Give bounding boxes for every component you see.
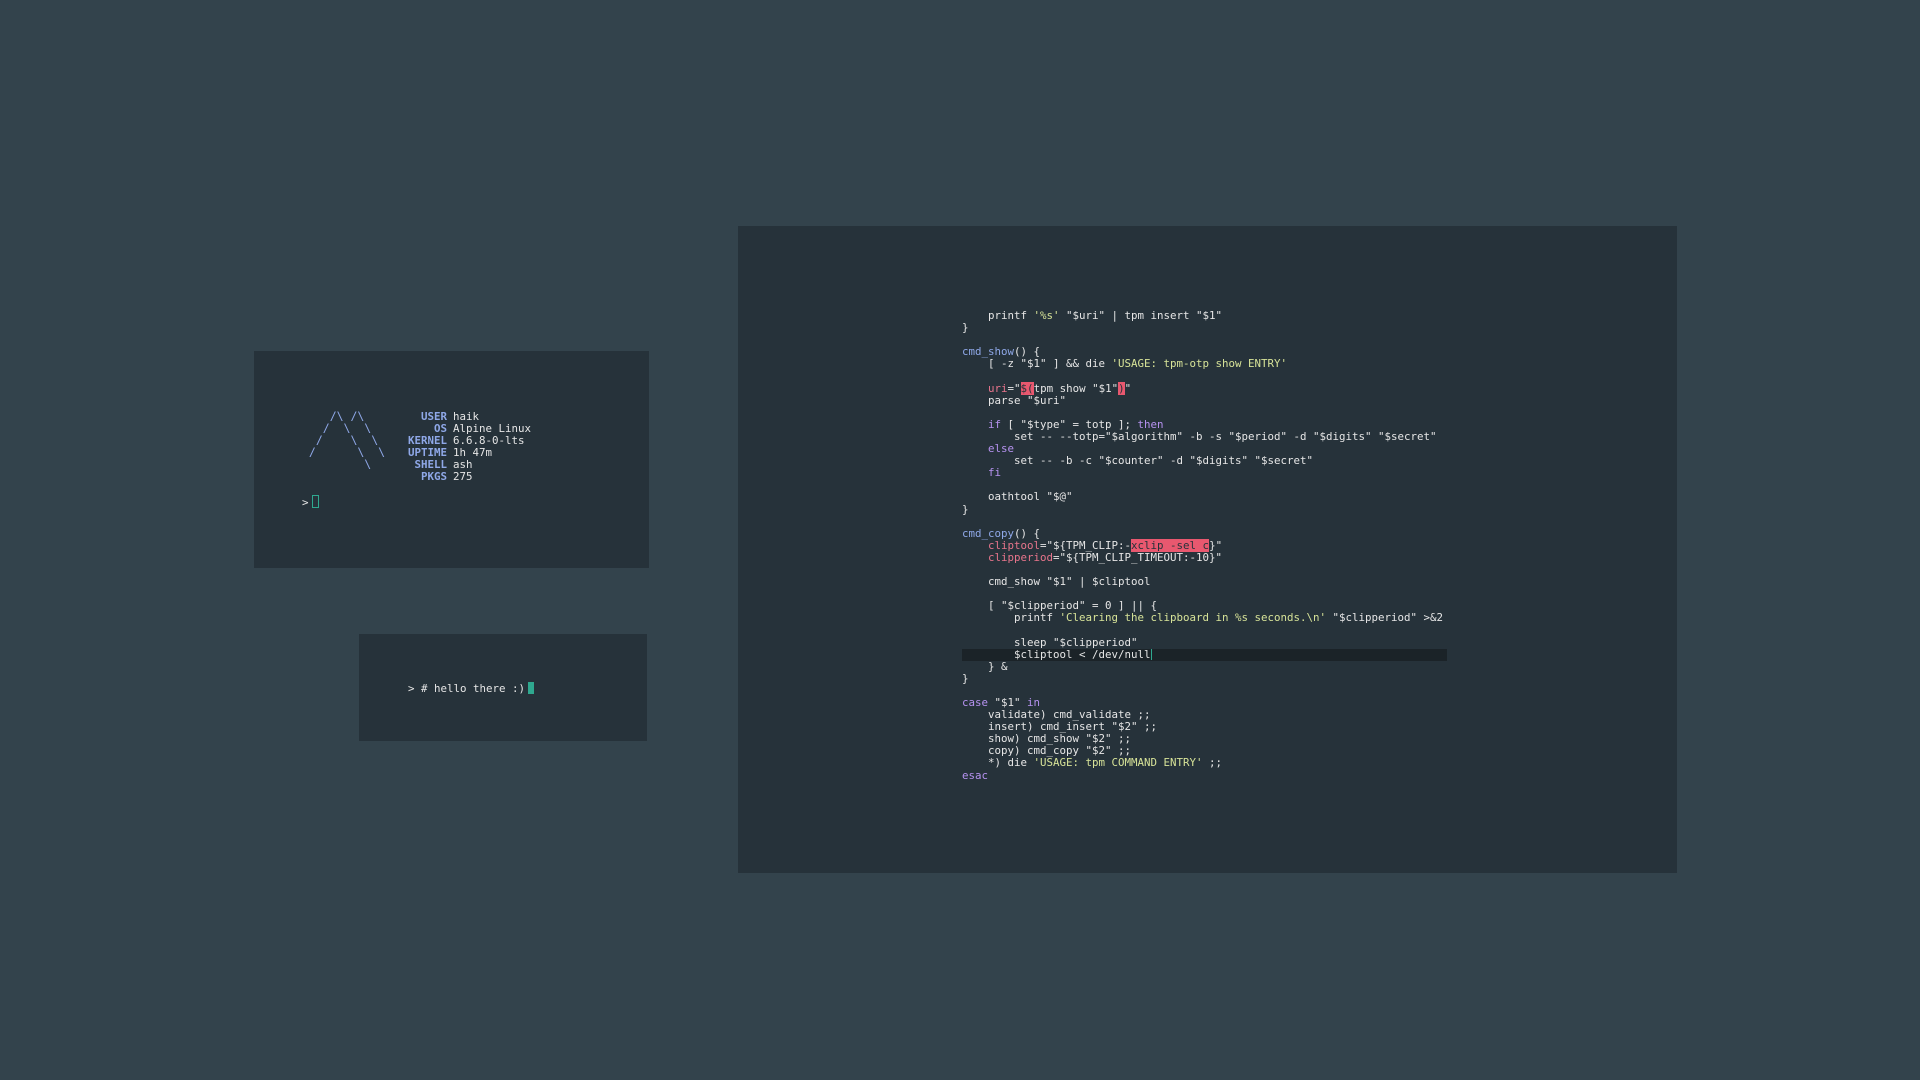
code-token: tpm show "$1": [1033, 381, 1119, 395]
code-line: set -- -b -c "$counter" -d "$digits" "$s…: [962, 455, 1447, 467]
code-token: insert) cmd_insert "$2" ;;: [962, 720, 1158, 734]
code-line: esac: [962, 768, 1447, 782]
logo-line: \: [302, 457, 372, 472]
code-line: set -- --totp="$algorithm" -b -s "$perio…: [962, 429, 1447, 443]
code-token: } &: [962, 659, 1008, 673]
code-token: if: [988, 417, 1002, 431]
code-token: }: [962, 502, 969, 516]
code-token: oathtool "$@": [962, 490, 1073, 504]
code-token: xclip -sel c: [1131, 538, 1210, 552]
code-token: uri: [988, 381, 1008, 395]
code-token: () {: [1014, 526, 1041, 540]
text-caret-icon: [1150, 648, 1152, 660]
code-token: cliptool: [988, 538, 1041, 552]
code-token: [ -z "$1" ] && die: [962, 357, 1112, 371]
code-line: fi: [962, 467, 1447, 479]
code-token: printf: [962, 309, 1034, 322]
code-token: then: [1137, 417, 1164, 431]
current-code-line: $cliptool < /dev/null: [962, 647, 1447, 661]
system-info-list: USER haik OS Alpine Linux KERNEL 6.6.8-0-lts U…: [394, 410, 531, 484]
code-token: }": [1209, 538, 1223, 552]
code-token: $cliptool < /dev/null: [962, 647, 1151, 661]
code-line: }: [962, 671, 1447, 685]
code-token: in: [1027, 696, 1041, 709]
code-token: [ "$clipperiod" = 0 ] || {: [962, 599, 1158, 613]
code-token: 'USAGE: tpm-otp show ENTRY': [1111, 357, 1288, 371]
code-token: ="${TPM_CLIP_TIMEOUT:-10}": [1053, 550, 1223, 564]
hello-terminal-window[interactable]: > # hello there :): [359, 634, 647, 741]
code-token: cmd_copy: [962, 526, 1015, 540]
shell-prompt[interactable]: >: [302, 495, 319, 509]
alpine-ascii-logo: /\ /\ / \ \ / \ \ / \ \ \: [302, 410, 385, 472]
code-token: "$clipperiod" >&2: [1326, 611, 1444, 625]
code-token: printf: [962, 611, 1060, 625]
code-token: "$uri" | tpm insert "$1": [1059, 309, 1223, 322]
info-value: 275: [453, 470, 473, 484]
code-token: cmd_show "$1" | $cliptool: [962, 575, 1151, 589]
code-token: show) cmd_show "$2" ;;: [962, 732, 1132, 746]
code-token: clipperiod: [988, 550, 1054, 564]
cursor-icon: [528, 682, 535, 694]
code-token: '%s': [1033, 309, 1060, 322]
code-token: else: [988, 442, 1015, 456]
code-line: printf '%s' "$uri" | tpm insert "$1": [962, 309, 1447, 322]
code-token: cmd_show: [962, 345, 1015, 359]
code-token: fi: [988, 466, 1002, 480]
code-token: *) die: [962, 756, 1034, 770]
code-token: case: [962, 696, 989, 709]
shell-prompt[interactable]: > # hello there :): [408, 682, 535, 695]
code-token: copy) cmd_copy "$2" ;;: [962, 744, 1132, 758]
code-token: "$1": [988, 696, 1028, 709]
code-token: sleep "$clipperiod": [962, 635, 1138, 649]
code-token: $(: [1020, 381, 1034, 395]
prompt-text: > # hello there :): [408, 682, 526, 695]
code-token: parse "$uri": [962, 393, 1067, 407]
code-token: =": [1007, 381, 1021, 395]
code-token: ": [1124, 381, 1132, 395]
code-token: set -- -b -c "$counter" -d "$digits" "$s…: [962, 454, 1314, 468]
code-line: } &: [962, 659, 1447, 673]
code-line: clipperiod="${TPM_CLIP_TIMEOUT:-10}": [962, 550, 1447, 564]
code-token: esac: [962, 768, 989, 782]
code-token: 'Clearing the clipboard in %s seconds.\n…: [1059, 611, 1327, 625]
code-line: }: [962, 322, 1447, 334]
code-line: printf 'Clearing the clipboard in %s sec…: [962, 612, 1447, 624]
code-token: [ "$type" = totp ];: [1001, 417, 1138, 431]
info-key: PKGS: [420, 470, 447, 484]
fetch-terminal-window[interactable]: /\ /\ / \ \ / \ \ / \ \ \ USER haik OS Alpi…: [254, 351, 649, 568]
cursor-icon: [311, 495, 319, 508]
code-line: *) die 'USAGE: tpm COMMAND ENTRY' ;;: [962, 757, 1447, 769]
code-token: }: [962, 321, 969, 335]
code-line: cmd_show "$1" | $cliptool: [962, 576, 1447, 588]
code-line: [ -z "$1" ] && die 'USAGE: tpm-otp show …: [962, 358, 1447, 370]
info-row: PKGS 275: [394, 471, 531, 483]
code-line: oathtool "$@": [962, 491, 1447, 503]
code-line: parse "$uri": [962, 393, 1447, 407]
code-token: ="${TPM_CLIP:-: [1040, 538, 1132, 552]
code-token: 'USAGE: tpm COMMAND ENTRY': [1033, 756, 1203, 770]
code-token: set -- --totp="$algorithm" -b -s "$perio…: [962, 429, 1437, 443]
code-token: () {: [1014, 345, 1041, 359]
code-token: ;;: [1202, 756, 1223, 770]
prompt-symbol: >: [302, 496, 309, 509]
code-token: validate) cmd_validate ;;: [962, 708, 1151, 722]
code-token: }: [962, 671, 969, 685]
editor-terminal-window[interactable]: printf '%s' "$uri" | tpm insert "$1"} cmd…: [738, 226, 1677, 873]
code-line: }: [962, 502, 1447, 516]
code-buffer[interactable]: printf '%s' "$uri" | tpm insert "$1"} cmd…: [962, 309, 1447, 782]
